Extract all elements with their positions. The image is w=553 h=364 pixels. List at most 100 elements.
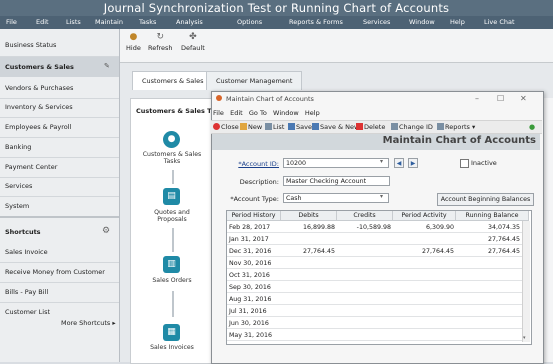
- new-button[interactable]: New: [240, 123, 262, 131]
- table-row[interactable]: Oct 31, 2016: [227, 270, 522, 281]
- quotes-icon[interactable]: ▤: [163, 188, 180, 205]
- table-cell[interactable]: [456, 282, 522, 293]
- sidebar-item-system[interactable]: System: [5, 196, 113, 216]
- table-cell[interactable]: 27,764.45: [393, 246, 456, 257]
- dialog-menu-edit[interactable]: Edit: [230, 109, 243, 117]
- save-new-button[interactable]: Save & New: [312, 123, 359, 131]
- sidebar-item-employees-payroll[interactable]: Employees & Payroll: [5, 117, 113, 137]
- table-row[interactable]: Nov 30, 2016: [227, 258, 522, 269]
- table-cell[interactable]: [456, 258, 522, 269]
- column-header-running-balance[interactable]: Running Balance: [456, 211, 529, 221]
- dialog-menu-file[interactable]: File: [213, 109, 224, 117]
- flow-step-sales-invoices[interactable]: Sales Invoices: [142, 344, 202, 351]
- shortcut-sales-invoice[interactable]: Sales Invoice: [5, 242, 113, 262]
- table-row[interactable]: May 31, 2016: [227, 330, 522, 341]
- table-row[interactable]: Sep 30, 2016: [227, 282, 522, 293]
- flow-step-customers[interactable]: Customers & Sales Tasks: [142, 151, 202, 165]
- sidebar-item-customers-sales[interactable]: Customers & Sales: [0, 57, 119, 77]
- pin-icon[interactable]: ✎: [104, 62, 110, 70]
- menu-services[interactable]: Services: [363, 18, 390, 26]
- menu-reports-forms[interactable]: Reports & Forms: [289, 18, 343, 26]
- table-cell[interactable]: [393, 234, 456, 245]
- column-header-debits[interactable]: Debits: [281, 211, 337, 221]
- table-row[interactable]: Jun 30, 2016: [227, 318, 522, 329]
- flow-step-quotes[interactable]: Quotes and Proposals: [142, 209, 202, 223]
- table-cell[interactable]: 6,309.90: [393, 222, 456, 233]
- table-cell[interactable]: [393, 306, 456, 317]
- dialog-menu-help[interactable]: Help: [305, 109, 320, 117]
- table-cell[interactable]: 34,074.35: [456, 222, 522, 233]
- sidebar-item-services[interactable]: Services: [5, 176, 113, 196]
- table-row[interactable]: Feb 28, 2017 16,899.88 -10,589.98 6,309.90 3…: [227, 222, 522, 233]
- sidebar-item-inventory-services[interactable]: Inventory & Services: [5, 97, 113, 117]
- list-button[interactable]: List: [265, 123, 284, 131]
- more-shortcuts-link[interactable]: More Shortcuts ▸: [61, 319, 116, 327]
- account-id-label[interactable]: *Account ID:: [215, 160, 279, 168]
- refresh-button[interactable]: ↻ Refresh: [148, 32, 173, 52]
- flow-step-sales-orders[interactable]: Sales Orders: [142, 277, 202, 284]
- column-header-period[interactable]: Period History: [227, 211, 281, 221]
- table-cell[interactable]: -10,589.98: [337, 222, 393, 233]
- column-header-credits[interactable]: Credits: [337, 211, 393, 221]
- table-cell[interactable]: [456, 330, 522, 341]
- chevron-down-icon[interactable]: ▾: [523, 335, 526, 341]
- table-cell[interactable]: May 31, 2016: [227, 330, 281, 341]
- table-cell[interactable]: [337, 294, 393, 305]
- delete-button[interactable]: Delete: [356, 123, 385, 131]
- table-cell[interactable]: [281, 294, 337, 305]
- menu-live-chat[interactable]: Live Chat: [484, 18, 515, 26]
- table-cell[interactable]: [393, 258, 456, 269]
- table-cell[interactable]: [281, 330, 337, 341]
- table-cell[interactable]: Feb 28, 2017: [227, 222, 281, 233]
- table-cell[interactable]: 27,764.45: [456, 234, 522, 245]
- chevron-down-icon[interactable]: ▾: [380, 193, 383, 200]
- menu-tasks[interactable]: Tasks: [139, 18, 156, 26]
- menu-options[interactable]: Options: [237, 18, 262, 26]
- table-cell[interactable]: [393, 294, 456, 305]
- menu-window[interactable]: Window: [409, 18, 435, 26]
- table-cell[interactable]: 27,764.45: [281, 246, 337, 257]
- table-cell[interactable]: [281, 270, 337, 281]
- minimize-icon[interactable]: –: [475, 94, 479, 103]
- table-cell[interactable]: Oct 31, 2016: [227, 270, 281, 281]
- account-type-select[interactable]: Cash: [283, 193, 389, 203]
- table-cell[interactable]: [456, 270, 522, 281]
- table-cell[interactable]: [456, 318, 522, 329]
- tab-customers-sales[interactable]: Customers & Sales: [132, 71, 214, 90]
- reports-button[interactable]: Reports ▾: [437, 123, 475, 131]
- table-row[interactable]: Jul 31, 2016: [227, 306, 522, 317]
- table-row[interactable]: Jan 31, 2017 27,764.45: [227, 234, 522, 245]
- table-cell[interactable]: [337, 282, 393, 293]
- account-id-field[interactable]: 10200: [283, 158, 389, 168]
- account-beginning-balances-button[interactable]: Account Beginning Balances: [437, 193, 534, 206]
- dialog-menu-window[interactable]: Window: [273, 109, 299, 117]
- gear-icon[interactable]: ⚙: [102, 226, 110, 236]
- change-id-button[interactable]: Change ID: [391, 123, 433, 131]
- table-row[interactable]: Dec 31, 2016 27,764.45 27,764.45 27,764.45: [227, 246, 522, 257]
- table-cell[interactable]: [337, 258, 393, 269]
- grid-scrollbar[interactable]: [522, 221, 530, 342]
- table-row[interactable]: Aug 31, 2016: [227, 294, 522, 305]
- table-cell[interactable]: [337, 318, 393, 329]
- sidebar-item-business-status[interactable]: Business Status: [5, 35, 113, 55]
- table-cell[interactable]: 16,899.88: [281, 222, 337, 233]
- menu-maintain[interactable]: Maintain: [95, 18, 123, 26]
- close-button[interactable]: Close: [213, 123, 239, 131]
- sales-orders-icon[interactable]: ▥: [163, 256, 180, 273]
- shortcut-pay-bill[interactable]: Bills - Pay Bill: [5, 282, 113, 302]
- help-icon[interactable]: ●: [529, 123, 535, 131]
- default-button[interactable]: ✤ Default: [181, 32, 205, 52]
- sidebar-item-vendors-purchases[interactable]: Vendors & Purchases: [5, 78, 113, 98]
- menu-analysis[interactable]: Analysis: [176, 18, 203, 26]
- table-cell[interactable]: [456, 294, 522, 305]
- inactive-checkbox[interactable]: [460, 159, 469, 168]
- sidebar-item-payment-center[interactable]: Payment Center: [5, 157, 113, 177]
- shortcut-receive-money[interactable]: Receive Money from Customer: [5, 262, 113, 282]
- table-cell[interactable]: [393, 282, 456, 293]
- table-cell[interactable]: [393, 330, 456, 341]
- menu-lists[interactable]: Lists: [66, 18, 81, 26]
- menu-help[interactable]: Help: [450, 18, 465, 26]
- description-field[interactable]: Master Checking Account: [283, 176, 390, 186]
- table-cell[interactable]: [337, 270, 393, 281]
- table-cell[interactable]: [281, 318, 337, 329]
